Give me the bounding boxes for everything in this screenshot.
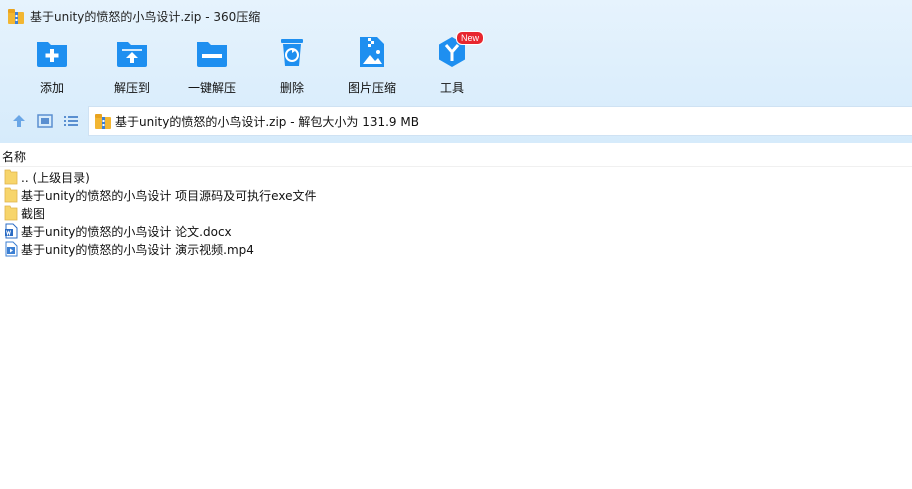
list-item[interactable]: 基于unity的愤怒的小鸟设计 论文.docx bbox=[0, 222, 912, 240]
list-item-name: 截图 bbox=[21, 206, 46, 221]
address-path: 基于unity的愤怒的小鸟设计.zip - 解包大小为 131.9 MB bbox=[115, 114, 419, 129]
zip-archive-icon bbox=[8, 8, 24, 24]
one-click-extract-button[interactable]: 一键解压 bbox=[172, 34, 252, 98]
tools-label: 工具 bbox=[439, 81, 464, 95]
delete-button[interactable]: 删除 bbox=[252, 34, 332, 98]
list-item[interactable]: 基于unity的愤怒的小鸟设计 演示视频.mp4 bbox=[0, 240, 912, 258]
title-bar: 基于unity的愤怒的小鸟设计.zip - 360压缩 bbox=[0, 0, 912, 32]
zip-archive-icon bbox=[95, 113, 111, 129]
add-button[interactable]: 添加 bbox=[12, 34, 92, 98]
toolbar: 添加 解压到 一键解压 删除 图片压缩 New 工具 bbox=[0, 31, 912, 98]
extract-to-button[interactable]: 解压到 bbox=[92, 34, 172, 98]
top-area: 基于unity的愤怒的小鸟设计.zip - 360压缩 添加 解压到 一键解压 … bbox=[0, 0, 912, 143]
image-compress-button[interactable]: 图片压缩 bbox=[332, 34, 412, 98]
list-item-name: 基于unity的愤怒的小鸟设计 论文.docx bbox=[21, 224, 232, 239]
word-doc-icon bbox=[5, 223, 18, 239]
one-click-extract-icon bbox=[197, 42, 227, 67]
list-item[interactable]: 基于unity的愤怒的小鸟设计 项目源码及可执行exe文件 bbox=[0, 186, 912, 204]
list-item-name: 基于unity的愤怒的小鸟设计 演示视频.mp4 bbox=[21, 242, 254, 257]
up-icon[interactable] bbox=[11, 113, 27, 129]
nav-bar: 基于unity的愤怒的小鸟设计.zip - 解包大小为 131.9 MB bbox=[0, 106, 912, 136]
list-item[interactable]: 截图 bbox=[0, 204, 912, 222]
video-file-icon bbox=[5, 241, 18, 257]
column-name[interactable]: 名称 bbox=[2, 148, 26, 165]
tools-button[interactable]: New 工具 bbox=[412, 31, 492, 98]
window-title: 基于unity的愤怒的小鸟设计.zip - 360压缩 bbox=[30, 9, 261, 24]
extract-to-icon bbox=[117, 42, 147, 67]
list-item-name: .. (上级目录) bbox=[21, 170, 90, 185]
list-header: 名称 bbox=[0, 143, 912, 167]
list-item[interactable]: .. (上级目录) bbox=[0, 168, 912, 186]
extract-to-label: 解压到 bbox=[113, 81, 150, 95]
one-click-extract-label: 一键解压 bbox=[187, 81, 236, 95]
new-badge: New bbox=[456, 31, 485, 45]
add-icon bbox=[37, 42, 67, 67]
list-item-name: 基于unity的愤怒的小鸟设计 项目源码及可执行exe文件 bbox=[21, 188, 317, 203]
file-list: .. (上级目录) 基于unity的愤怒的小鸟设计 项目源码及可执行exe文件 … bbox=[0, 168, 912, 258]
image-compress-label: 图片压缩 bbox=[347, 81, 396, 95]
delete-icon bbox=[281, 39, 303, 66]
folder-icon bbox=[4, 205, 18, 221]
add-label: 添加 bbox=[39, 81, 64, 95]
delete-label: 删除 bbox=[279, 81, 304, 95]
address-bar[interactable]: 基于unity的愤怒的小鸟设计.zip - 解包大小为 131.9 MB bbox=[88, 106, 912, 136]
list-view-icon[interactable] bbox=[63, 113, 79, 129]
thumbnail-view-icon[interactable] bbox=[37, 113, 53, 129]
image-compress-icon bbox=[360, 37, 384, 67]
folder-icon bbox=[4, 169, 18, 185]
folder-icon bbox=[4, 187, 18, 203]
